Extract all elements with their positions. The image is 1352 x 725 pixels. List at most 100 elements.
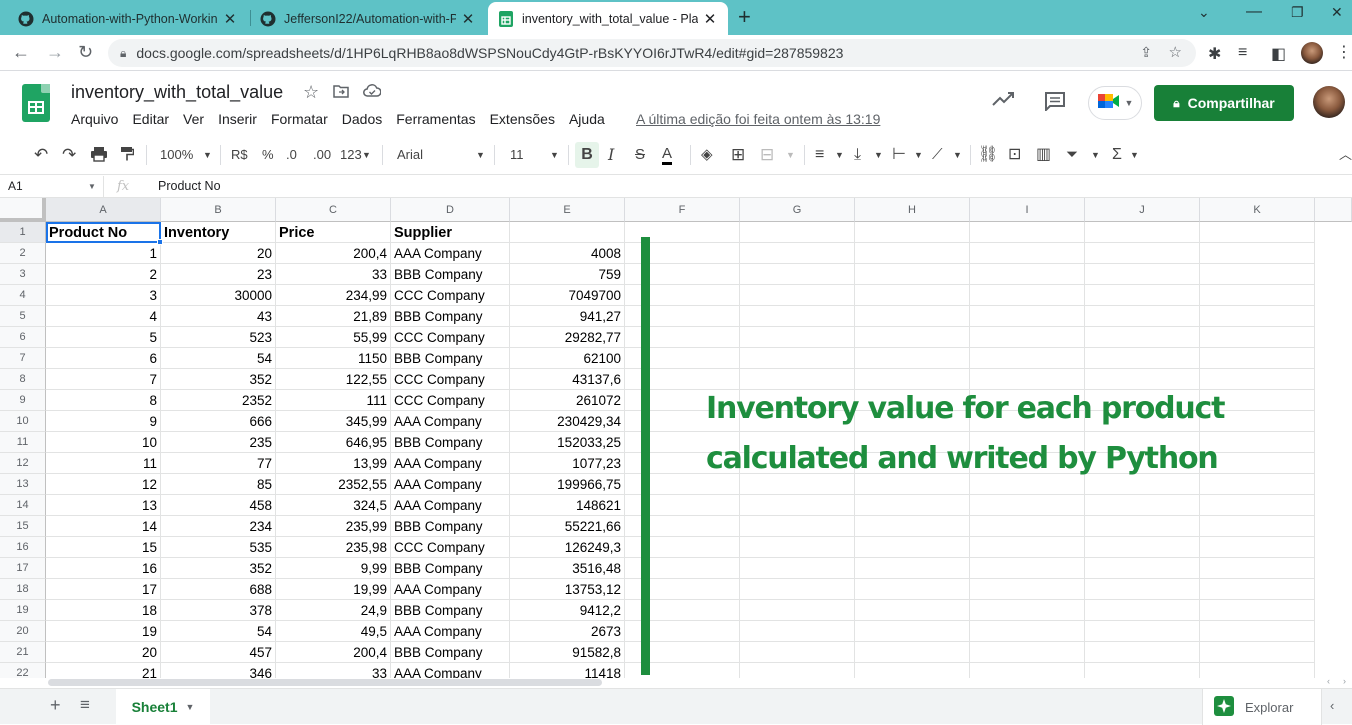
side-panel-collapse-icon[interactable]: ‹ [1330, 698, 1334, 713]
table-cell[interactable]: 55,99 [276, 327, 391, 348]
table-cell[interactable] [855, 537, 970, 558]
table-cell[interactable] [740, 516, 855, 537]
row-header[interactable]: 11 [0, 432, 46, 453]
table-cell[interactable] [1200, 348, 1315, 369]
table-cell[interactable] [855, 558, 970, 579]
undo-icon[interactable]: ↶ [34, 146, 48, 164]
table-cell[interactable]: 29282,77 [510, 327, 625, 348]
table-cell[interactable]: 1 [46, 243, 161, 264]
table-cell[interactable]: 345,99 [276, 411, 391, 432]
header-cell[interactable] [510, 222, 625, 243]
header-cell[interactable] [740, 222, 855, 243]
row-header[interactable]: 8 [0, 369, 46, 390]
column-header-b[interactable]: B [161, 198, 276, 222]
table-cell[interactable] [1085, 306, 1200, 327]
table-cell[interactable]: BBB Company [391, 348, 510, 369]
table-cell[interactable]: 235 [161, 432, 276, 453]
chevron-down-icon[interactable]: ▼ [914, 146, 923, 164]
table-cell[interactable] [1085, 243, 1200, 264]
insert-comment-icon[interactable]: ⊡ [1008, 146, 1021, 164]
table-cell[interactable] [1085, 642, 1200, 663]
borders-icon[interactable]: ⊞ [731, 146, 745, 164]
header-cell[interactable] [855, 222, 970, 243]
table-cell[interactable] [740, 600, 855, 621]
redo-icon[interactable]: ↷ [62, 146, 76, 164]
table-cell[interactable] [1200, 264, 1315, 285]
table-cell[interactable]: 352 [161, 369, 276, 390]
table-cell[interactable]: 23 [161, 264, 276, 285]
column-header-j[interactable]: J [1085, 198, 1200, 222]
table-cell[interactable]: 54 [161, 621, 276, 642]
menu-dados[interactable]: Dados [342, 111, 382, 127]
move-folder-icon[interactable] [333, 84, 349, 103]
zoom-select[interactable]: 100% [160, 146, 193, 164]
table-cell[interactable] [855, 642, 970, 663]
table-cell[interactable]: 10 [46, 432, 161, 453]
scrollbar-thumb[interactable] [48, 679, 602, 686]
table-cell[interactable]: 21 [46, 663, 161, 678]
browser-tab-1[interactable]: Automation-with-Python-Workin ✕ [8, 2, 248, 35]
row-header[interactable]: 13 [0, 474, 46, 495]
table-cell[interactable] [1200, 243, 1315, 264]
row-header[interactable]: 17 [0, 558, 46, 579]
table-cell[interactable]: 234 [161, 516, 276, 537]
table-cell[interactable] [1200, 663, 1315, 678]
table-cell[interactable] [855, 495, 970, 516]
table-cell[interactable] [1200, 642, 1315, 663]
row-header[interactable]: 4 [0, 285, 46, 306]
table-cell[interactable] [1085, 600, 1200, 621]
paint-format-icon[interactable] [120, 146, 135, 167]
chevron-down-icon[interactable]: ▼ [835, 146, 844, 164]
chevron-down-icon[interactable]: ▼ [550, 146, 559, 164]
table-cell[interactable] [970, 243, 1085, 264]
italic-icon[interactable]: I [608, 146, 614, 164]
browser-profile-avatar[interactable] [1301, 42, 1323, 64]
table-cell[interactable]: 235,99 [276, 516, 391, 537]
table-cell[interactable]: 1150 [276, 348, 391, 369]
table-cell[interactable]: 458 [161, 495, 276, 516]
table-cell[interactable]: CCC Company [391, 369, 510, 390]
table-cell[interactable]: 148621 [510, 495, 625, 516]
table-cell[interactable]: 646,95 [276, 432, 391, 453]
table-cell[interactable]: 3516,48 [510, 558, 625, 579]
share-page-icon[interactable]: ⇪ [1140, 44, 1152, 61]
fill-handle[interactable] [157, 239, 163, 245]
url-text[interactable]: docs.google.com/spreadsheets/d/1HP6LqRHB… [136, 45, 843, 61]
column-header-g[interactable]: G [740, 198, 855, 222]
menu-inserir[interactable]: Inserir [218, 111, 257, 127]
table-cell[interactable]: 759 [510, 264, 625, 285]
table-cell[interactable] [740, 306, 855, 327]
horizontal-align-icon[interactable]: ≡ [815, 146, 824, 164]
table-cell[interactable] [1200, 558, 1315, 579]
row-header[interactable]: 16 [0, 537, 46, 558]
table-cell[interactable] [1200, 537, 1315, 558]
table-cell[interactable]: 324,5 [276, 495, 391, 516]
browser-tab-2[interactable]: JeffersonI22/Automation-with-Py ✕ [250, 2, 486, 35]
table-cell[interactable]: 13 [46, 495, 161, 516]
table-cell[interactable] [855, 516, 970, 537]
table-cell[interactable]: 16 [46, 558, 161, 579]
table-cell[interactable]: CCC Company [391, 327, 510, 348]
row-header[interactable]: 21 [0, 642, 46, 663]
table-cell[interactable]: 11 [46, 453, 161, 474]
table-cell[interactable]: 2 [46, 264, 161, 285]
table-cell[interactable]: BBB Company [391, 642, 510, 663]
menu-ajuda[interactable]: Ajuda [569, 111, 605, 127]
column-header-c[interactable]: C [276, 198, 391, 222]
strikethrough-icon[interactable]: S [635, 146, 645, 164]
column-header-e[interactable]: E [510, 198, 625, 222]
more-formats-button[interactable]: 123 [340, 146, 362, 164]
table-cell[interactable]: 62100 [510, 348, 625, 369]
row-header[interactable]: 7 [0, 348, 46, 369]
table-cell[interactable] [1200, 495, 1315, 516]
vertical-align-icon[interactable]: ⤓ [854, 146, 861, 164]
column-header-k[interactable]: K [1200, 198, 1315, 222]
table-cell[interactable] [740, 243, 855, 264]
menu-arquivo[interactable]: Arquivo [71, 111, 118, 127]
close-tab-icon[interactable]: ✕ [702, 10, 718, 28]
table-cell[interactable] [970, 558, 1085, 579]
table-cell[interactable]: AAA Company [391, 474, 510, 495]
table-cell[interactable] [855, 579, 970, 600]
table-cell[interactable] [970, 537, 1085, 558]
chevron-down-icon[interactable]: ▼ [1130, 146, 1139, 164]
